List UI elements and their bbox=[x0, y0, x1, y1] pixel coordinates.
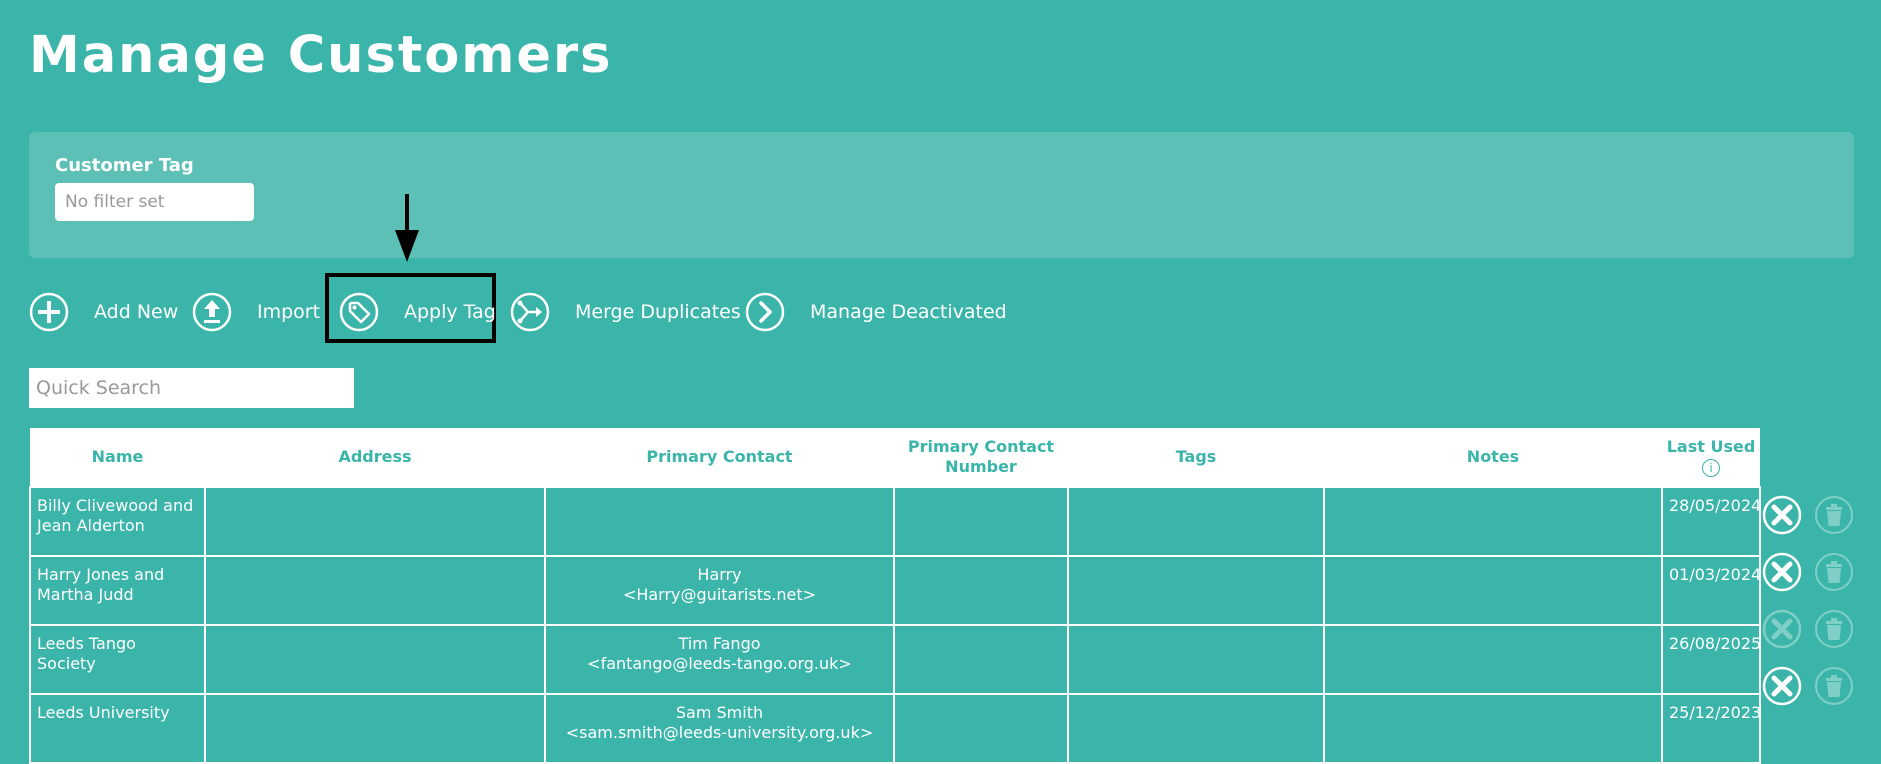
cell-notes bbox=[1323, 555, 1663, 626]
cell-name: Billy Clivewood and Jean Alderton bbox=[29, 486, 206, 557]
cell-primary-contact: Tim Fango <fantango@leeds-tango.org.uk> bbox=[544, 624, 895, 695]
delete-icon[interactable] bbox=[1814, 609, 1854, 649]
delete-icon[interactable] bbox=[1814, 495, 1854, 535]
merge-duplicates-button[interactable]: Merge Duplicates bbox=[510, 292, 741, 332]
header-primary-contact-number-line2: Number bbox=[945, 457, 1017, 476]
header-primary-contact-number[interactable]: Primary Contact Number bbox=[894, 428, 1068, 487]
chevron-right-icon bbox=[745, 292, 785, 332]
table-row[interactable]: Leeds University Sam Smith <sam.smith@leed… bbox=[29, 693, 1761, 764]
upload-icon bbox=[192, 292, 232, 332]
deactivate-icon[interactable] bbox=[1762, 552, 1802, 592]
add-new-label: Add New bbox=[94, 301, 179, 323]
row-actions bbox=[1762, 495, 1854, 535]
cell-primary-contact-number bbox=[893, 486, 1069, 557]
contact-email: <sam.smith@leeds-university.org.uk> bbox=[565, 723, 874, 742]
cell-tags bbox=[1067, 486, 1325, 557]
tag-icon bbox=[339, 292, 379, 332]
page-title: Manage Customers bbox=[29, 26, 613, 85]
manage-deactivated-button[interactable]: Manage Deactivated bbox=[745, 292, 1007, 332]
delete-icon[interactable] bbox=[1814, 552, 1854, 592]
header-tags[interactable]: Tags bbox=[1068, 428, 1324, 487]
table-header-row: Name Address Primary Contact Primary Con… bbox=[30, 428, 1760, 487]
deactivate-icon[interactable] bbox=[1762, 495, 1802, 535]
cell-name: Harry Jones and Martha Judd bbox=[29, 555, 206, 626]
table-row[interactable]: Billy Clivewood and Jean Alderton 28/05/2… bbox=[29, 486, 1761, 557]
row-actions bbox=[1762, 666, 1854, 706]
cell-last-used: 26/08/2025 bbox=[1661, 624, 1761, 695]
header-last-used-label: Last Used bbox=[1666, 437, 1756, 456]
cell-primary-contact: Sam Smith <sam.smith@leeds-university.org… bbox=[544, 693, 895, 764]
contact-name: Harry bbox=[697, 565, 742, 584]
deactivate-icon[interactable] bbox=[1762, 609, 1802, 649]
header-last-used[interactable]: Last Used i bbox=[1662, 428, 1760, 487]
deactivate-icon[interactable] bbox=[1762, 666, 1802, 706]
apply-tag-button[interactable]: Apply Tag bbox=[339, 292, 496, 332]
cell-notes bbox=[1323, 624, 1663, 695]
plus-circle-icon bbox=[29, 292, 69, 332]
header-notes[interactable]: Notes bbox=[1324, 428, 1662, 487]
header-name[interactable]: Name bbox=[30, 428, 205, 487]
cell-name: Leeds University bbox=[29, 693, 206, 764]
apply-tag-label: Apply Tag bbox=[404, 301, 496, 323]
customer-tag-filter[interactable]: No filter set bbox=[55, 183, 254, 221]
import-label: Import bbox=[257, 301, 321, 323]
cell-notes bbox=[1323, 693, 1663, 764]
cell-tags bbox=[1067, 624, 1325, 695]
cell-tags bbox=[1067, 693, 1325, 764]
annotation-arrow-icon bbox=[395, 194, 419, 262]
table-row[interactable]: Leeds Tango Society Tim Fango <fantango@le… bbox=[29, 624, 1761, 695]
cell-primary-contact-number bbox=[893, 693, 1069, 764]
header-primary-contact[interactable]: Primary Contact bbox=[545, 428, 894, 487]
contact-email: <Harry@guitarists.net> bbox=[622, 585, 817, 604]
cell-primary-contact: Harry <Harry@guitarists.net> bbox=[544, 555, 895, 626]
customer-tag-label: Customer Tag bbox=[55, 155, 194, 176]
contact-email: <fantango@leeds-tango.org.uk> bbox=[587, 654, 852, 673]
row-actions bbox=[1762, 552, 1854, 592]
add-new-button[interactable]: Add New bbox=[29, 292, 178, 332]
merge-icon bbox=[510, 292, 550, 332]
cell-last-used: 28/05/2024 bbox=[1661, 486, 1761, 557]
cell-name: Leeds Tango Society bbox=[29, 624, 206, 695]
filter-panel: Customer Tag No filter set bbox=[29, 132, 1854, 258]
cell-primary-contact-number bbox=[893, 624, 1069, 695]
cell-notes bbox=[1323, 486, 1663, 557]
info-icon[interactable]: i bbox=[1702, 459, 1720, 477]
header-address[interactable]: Address bbox=[205, 428, 545, 487]
cell-primary-contact bbox=[544, 486, 895, 557]
cell-address bbox=[204, 486, 546, 557]
cell-address bbox=[204, 693, 546, 764]
cell-last-used: 25/12/2023 bbox=[1661, 693, 1761, 764]
contact-name: Sam Smith bbox=[675, 703, 764, 722]
cell-tags bbox=[1067, 555, 1325, 626]
quick-search-input[interactable]: Quick Search bbox=[29, 368, 354, 408]
header-primary-contact-number-line1: Primary Contact bbox=[907, 437, 1055, 456]
manage-deactivated-label: Manage Deactivated bbox=[810, 301, 1007, 323]
row-actions bbox=[1762, 609, 1854, 649]
cell-address bbox=[204, 555, 546, 626]
customers-table: Name Address Primary Contact Primary Con… bbox=[29, 428, 1761, 764]
delete-icon[interactable] bbox=[1814, 666, 1854, 706]
cell-last-used: 01/03/2024 bbox=[1661, 555, 1761, 626]
import-button[interactable]: Import bbox=[192, 292, 320, 332]
cell-address bbox=[204, 624, 546, 695]
contact-name: Tim Fango bbox=[678, 634, 761, 653]
cell-primary-contact-number bbox=[893, 555, 1069, 626]
table-row[interactable]: Harry Jones and Martha Judd Harry <Harry@g… bbox=[29, 555, 1761, 626]
merge-duplicates-label: Merge Duplicates bbox=[575, 301, 741, 323]
